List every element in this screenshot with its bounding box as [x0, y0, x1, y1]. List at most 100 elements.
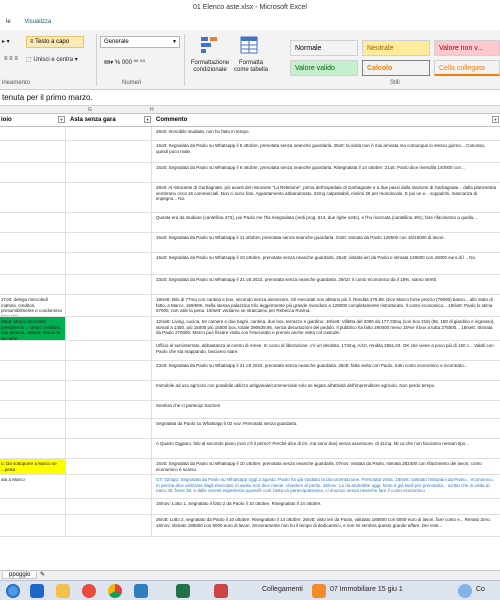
cell-status[interactable] [0, 499, 66, 514]
cell-asta-senza-gara[interactable] [66, 163, 152, 182]
number-format-select[interactable]: Generale ▼ [100, 36, 180, 48]
style-calculation[interactable]: Calcolo [362, 60, 430, 76]
cell-commento[interactable]: Immobile ad uso agricolo con possibile u… [152, 381, 500, 400]
table-row[interactable]: 29ott: Immobile studiata, non ho fatto i… [0, 127, 500, 141]
file-explorer-icon[interactable] [56, 584, 70, 598]
cell-asta-senza-gara[interactable] [66, 275, 152, 294]
cell-status[interactable] [0, 141, 66, 162]
table-row[interactable]: 29ott: Al ristorante di Garbagnate, più … [0, 183, 500, 213]
table-row[interactable]: Segnalata da Paolo su Whatsapp il 02 nov… [0, 419, 500, 439]
cell-asta-senza-gara[interactable] [66, 401, 152, 418]
style-bad[interactable]: Valore non v... [434, 40, 500, 56]
cell-asta-senza-gara[interactable] [66, 341, 152, 360]
word-icon[interactable] [134, 584, 148, 598]
cell-status[interactable] [0, 163, 66, 182]
table-row[interactable]: 27ott: delega mercoledì mattina. credito… [0, 295, 500, 317]
menu-item-view[interactable]: Visualizza [18, 16, 57, 28]
table-row[interactable]: 16ott: Segnalata da Paolo su Whatsapp il… [0, 233, 500, 253]
cell-asta-senza-gara[interactable] [66, 419, 152, 438]
cell-commento[interactable]: 23ott: Segnalata da Paolo su Whatsapp il… [152, 275, 500, 294]
menu-item-file[interactable]: le [0, 16, 17, 28]
cell-asta-senza-gara[interactable] [66, 213, 152, 232]
excel-icon[interactable] [176, 584, 190, 598]
filter-dropdown-icon[interactable]: ▼ [144, 116, 151, 123]
cell-status[interactable] [0, 341, 66, 360]
table-row[interactable]: Ufficio al seminterrato, abbastanza al c… [0, 341, 500, 361]
table-row[interactable]: 16/nov: Lotto 1, Segnalato il lotto 2 da… [0, 499, 500, 515]
cell-commento[interactable]: Ufficio al seminterrato, abbastanza al c… [152, 341, 500, 360]
cell-asta-senza-gara[interactable] [66, 439, 152, 458]
column-letter-g[interactable]: G [88, 107, 92, 113]
cell-commento[interactable]: 26/ott: Lotto 2, segnalato da Paolo il 1… [152, 515, 500, 536]
cell-asta-senza-gara[interactable] [66, 295, 152, 316]
filter-dropdown-icon[interactable]: ▼ [58, 116, 65, 123]
table-row[interactable]: Questa era da studiare (cantellina 473),… [0, 213, 500, 233]
cell-commento[interactable]: 16ott: Segnalata da Paolo su Whatsapp il… [152, 163, 500, 182]
cell-asta-senza-gara[interactable] [66, 253, 152, 274]
cell-status[interactable] [0, 401, 66, 418]
taskbar-item-collegamenti[interactable]: Collegamenti [262, 586, 303, 593]
table-row[interactable]: A Quarto Oggiaro, bilo al secondo piano … [0, 439, 500, 459]
cell-asta-senza-gara[interactable] [66, 515, 152, 536]
formula-bar[interactable]: tenuta per il primo marzo. [0, 90, 500, 106]
cell-asta-senza-gara[interactable] [66, 127, 152, 140]
cell-asta-senza-gara[interactable] [66, 361, 152, 380]
cell-status[interactable]: ata a Marco [0, 475, 66, 498]
table-row[interactable]: 28ott: Marco dovrebbe prendere la ... Un… [0, 317, 500, 341]
cell-commento[interactable]: 16ott: Segnalata da Paolo su Whatsapp il… [152, 459, 500, 474]
cell-status[interactable] [0, 183, 66, 212]
style-good[interactable]: Valore valido [290, 60, 358, 76]
spreadsheet-grid[interactable]: 29ott: Immobile studiata, non ho fatto i… [0, 127, 500, 570]
app-icon[interactable] [214, 584, 228, 598]
chrome-icon[interactable] [108, 584, 122, 598]
cell-status[interactable] [0, 213, 66, 232]
ie-browser-icon[interactable] [30, 584, 44, 598]
align-icons[interactable]: ≡ ≡ ≡ [4, 56, 18, 62]
filter-dropdown-icon[interactable]: ▼ [492, 116, 499, 123]
cell-commento[interactable]: 16/nov: Lotto 1, Segnalato il lotto 2 da… [152, 499, 500, 514]
cell-status[interactable] [0, 127, 66, 140]
cell-status[interactable] [0, 233, 66, 252]
cell-asta-senza-gara[interactable] [66, 499, 152, 514]
cell-asta-senza-gara[interactable] [66, 317, 152, 340]
cell-status[interactable] [0, 515, 66, 536]
format-table-button[interactable]: Formatta come tabella [232, 60, 270, 74]
cell-commento[interactable]: 18/sett: Bilo di 77mq con cantina e box,… [152, 295, 500, 316]
cell-status[interactable] [0, 381, 66, 400]
cell-asta-senza-gara[interactable] [66, 141, 152, 162]
table-row[interactable]: Sembra che ci partecipi Sazzieri [0, 401, 500, 419]
cell-status[interactable]: u: Da sottoporre a Marco se ...perta [0, 459, 66, 474]
cell-asta-senza-gara[interactable] [66, 459, 152, 474]
taskbar-item-co[interactable]: Co [476, 586, 485, 593]
number-format-icons[interactable]: 🝚▾ % 000 ⁰⁰ ⁰⁰ [104, 56, 145, 68]
table-row[interactable]: 23ott: Segnalata da Paolo su Whatsapp il… [0, 361, 500, 381]
style-normal[interactable]: Normale [290, 40, 358, 56]
cell-asta-senza-gara[interactable] [66, 233, 152, 252]
cell-commento[interactable]: GT: 02/ago: Segnalata da Paolo su Whatsa… [152, 475, 500, 498]
table-row[interactable]: 23ott: Segnalata da Paolo su Whatsapp il… [0, 275, 500, 295]
wrap-text-button[interactable]: ≡ Testo a capo [26, 36, 84, 48]
conditional-format-button[interactable]: Formattazione condizionale [190, 60, 230, 74]
cell-commento[interactable]: 16ott: Segnalata da Paolo su Whatsapp il… [152, 233, 500, 252]
style-neutral[interactable]: Neutrale [362, 40, 430, 56]
table-row[interactable]: 26/ott: Lotto 2, segnalato da Paolo il 1… [0, 515, 500, 537]
style-linked-cell[interactable]: Cella collegata [434, 60, 500, 76]
start-button-icon[interactable] [6, 584, 20, 598]
cell-status[interactable] [0, 361, 66, 380]
table-row[interactable]: 16ott: Segnalata da Paolo su Whatsapp il… [0, 253, 500, 275]
media-player-icon[interactable] [82, 584, 96, 598]
new-sheet-icon[interactable]: ✎ [40, 571, 45, 578]
sheet-tab[interactable]: ppoggio [2, 572, 38, 579]
cell-status[interactable] [0, 253, 66, 274]
cell-status[interactable] [0, 275, 66, 294]
table-row[interactable]: ata a Marco GT: 02/ago: Segnalata da Paol… [0, 475, 500, 499]
table-row[interactable]: 16ott: Segnalata da Paolo su Whatsapp il… [0, 141, 500, 163]
taskbar-item-immobiliare[interactable]: 07 Immobiliare 15 giu 1 [330, 586, 403, 593]
column-letter-h[interactable]: H [150, 107, 154, 113]
cell-commento[interactable]: A Quarto Oggiaro, bilo al secondo piano … [152, 439, 500, 458]
cell-status[interactable]: 28ott: Marco dovrebbe prendere la ... Un… [0, 317, 66, 340]
table-row[interactable]: 16ott: Segnalata da Paolo su Whatsapp il… [0, 163, 500, 183]
cell-status[interactable] [0, 419, 66, 438]
table-row[interactable]: u: Da sottoporre a Marco se ...perta 16ot… [0, 459, 500, 475]
align-arrow[interactable]: ▸ ▾ [2, 38, 10, 45]
